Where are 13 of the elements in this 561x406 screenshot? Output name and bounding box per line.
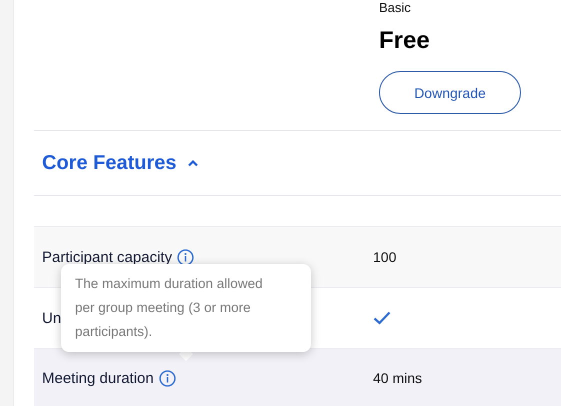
- info-icon[interactable]: [177, 248, 194, 266]
- feature-label: Un: [42, 310, 62, 326]
- info-icon[interactable]: [158, 370, 176, 386]
- tooltip: The maximum duration allowed per group meeting (3 or more participants).: [61, 264, 311, 352]
- table-cell: 100: [373, 249, 396, 265]
- plan-price: Free: [379, 27, 430, 55]
- feature-label: Participant capacity: [42, 248, 172, 266]
- plan-name: Basic: [379, 1, 411, 15]
- caret-icon[interactable]: [186, 159, 198, 167]
- downgrade-button[interactable]: Downgrade: [379, 71, 521, 114]
- table-cell: 40 mins: [373, 370, 422, 386]
- feature-label: Meeting duration: [42, 370, 154, 386]
- section-title[interactable]: Core Features: [42, 152, 176, 174]
